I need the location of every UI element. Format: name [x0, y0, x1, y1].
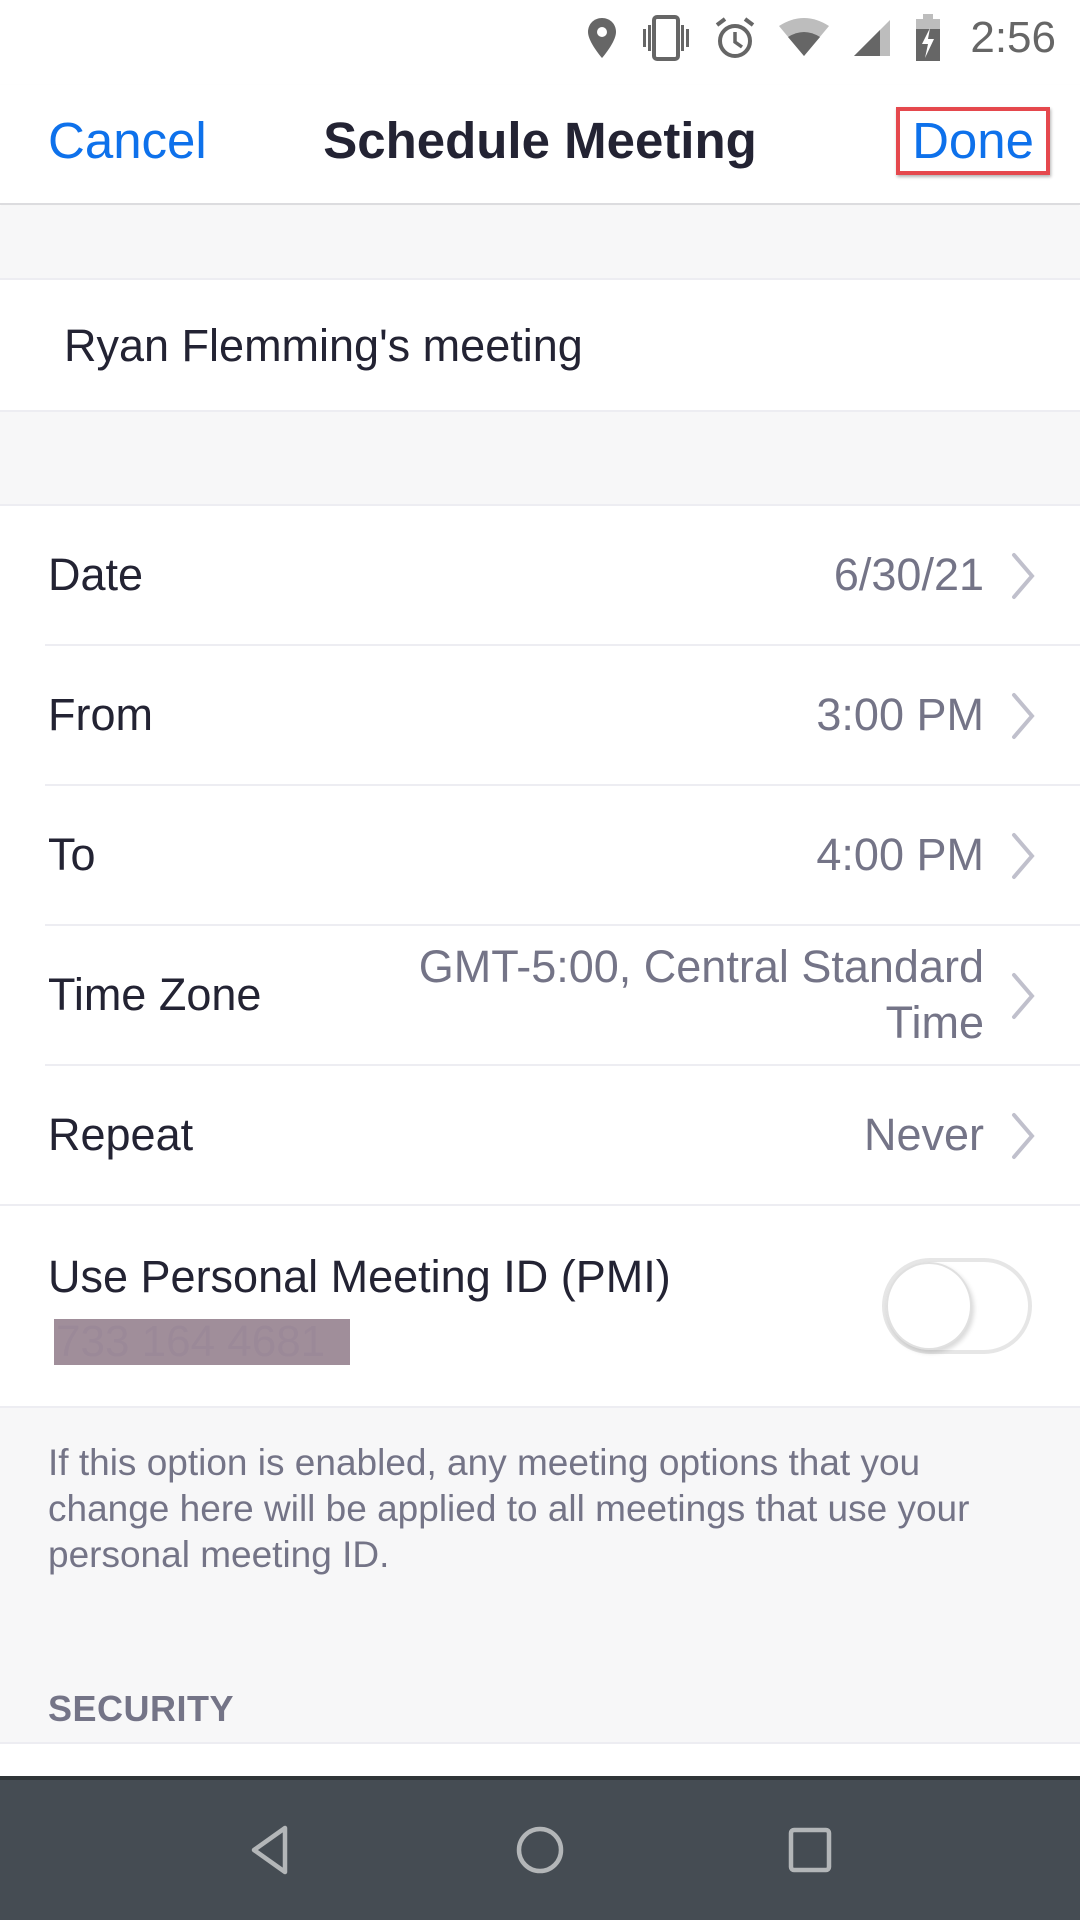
setting-value: 6/30/21 — [833, 549, 984, 600]
chevron-right-icon — [1012, 693, 1035, 739]
recents-button[interactable] — [770, 1810, 850, 1890]
battery-charging-icon — [916, 14, 941, 61]
status-icons: 2:56 — [586, 10, 1056, 66]
meeting-settings-list: Date 6/30/21 From 3:00 PM To 4:00 PM Tim… — [0, 506, 1080, 1408]
meeting-topic-input[interactable] — [64, 310, 1024, 382]
pmi-toggle[interactable] — [882, 1258, 1032, 1354]
setting-label: Repeat — [48, 1109, 194, 1160]
section-spacer — [0, 412, 1080, 506]
setting-label: To — [48, 829, 96, 880]
home-button[interactable] — [500, 1810, 580, 1890]
pmi-id: 733 164 4681 — [54, 1319, 350, 1365]
chevron-right-icon — [1012, 1113, 1035, 1159]
recents-icon — [788, 1827, 832, 1873]
meeting-topic-row — [0, 280, 1080, 412]
wifi-icon — [779, 18, 830, 56]
status-time: 2:56 — [970, 13, 1056, 62]
back-icon — [251, 1825, 288, 1875]
status-bar: 2:56 — [0, 0, 1080, 85]
chevron-right-icon — [1012, 973, 1035, 1019]
pmi-description-area: If this option is enabled, any meeting o… — [0, 1408, 1080, 1744]
section-header-security: SECURITY — [48, 1688, 235, 1729]
pmi-description: If this option is enabled, any meeting o… — [48, 1442, 970, 1575]
setting-row-date[interactable]: Date 6/30/21 — [0, 506, 1080, 646]
setting-label: Date — [48, 549, 144, 600]
chevron-right-icon — [1012, 833, 1035, 879]
setting-row-time-zone[interactable]: Time Zone GMT-5:00, Central Standard Tim… — [0, 926, 1080, 1066]
back-button[interactable] — [230, 1810, 310, 1890]
setting-value: 3:00 PM — [816, 689, 984, 740]
section-spacer — [0, 206, 1080, 280]
home-icon — [516, 1826, 564, 1874]
setting-label: From — [48, 689, 153, 740]
setting-row-from[interactable]: From 3:00 PM — [0, 646, 1080, 786]
chevron-right-icon — [1012, 553, 1035, 599]
cell-signal-icon — [854, 20, 891, 56]
alarm-icon — [716, 17, 755, 58]
setting-value: 4:00 PM — [816, 829, 984, 880]
setting-row-repeat[interactable]: Repeat Never — [0, 1066, 1080, 1206]
location-icon — [588, 18, 617, 58]
setting-value: GMT-5:00, Central Standard Time — [418, 941, 984, 1048]
setting-label: Time Zone — [48, 969, 262, 1020]
setting-row-to[interactable]: To 4:00 PM — [0, 786, 1080, 926]
cancel-button[interactable]: Cancel — [48, 111, 207, 170]
security-section-start — [0, 1744, 1080, 1776]
done-button[interactable]: Done — [896, 107, 1050, 175]
setting-value: Never — [863, 1109, 984, 1160]
pmi-label: Use Personal Meeting ID (PMI) — [48, 1251, 671, 1302]
header: Cancel Schedule Meeting Done — [0, 85, 1080, 205]
system-nav-bar — [0, 1776, 1080, 1920]
pmi-row: Use Personal Meeting ID (PMI) 733 164 46… — [0, 1206, 1080, 1408]
vibrate-icon — [643, 15, 690, 61]
toggle-knob — [886, 1262, 972, 1350]
